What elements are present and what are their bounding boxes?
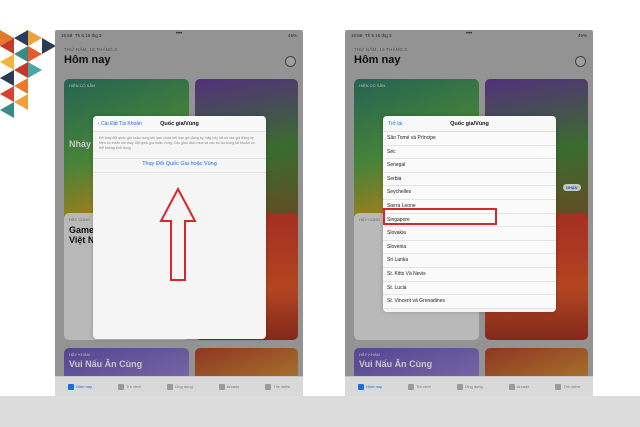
tab-arcade[interactable]: Arcade [218, 383, 240, 390]
search-icon [555, 383, 562, 390]
tab-label: Trò chơi [416, 384, 431, 389]
geometric-decoration [0, 30, 56, 118]
country-item[interactable]: St. Kitts Và Nevis [383, 267, 556, 282]
tab-bar: Hôm nay Trò chơi Ứng dụng Arcade Tìm kiế… [345, 376, 593, 396]
country-item[interactable]: Serbia [383, 172, 556, 187]
country-item[interactable]: Slovenia [383, 240, 556, 255]
tab-label: Ứng dụng [464, 384, 483, 389]
tab-label: Hôm nay [76, 384, 93, 389]
apps-icon [456, 383, 463, 390]
tab-label: Tìm kiếm [273, 384, 290, 389]
arcade-icon [508, 383, 515, 390]
sheet-description: Để thay đổi quốc gia hoặc vùng khi bạn c… [99, 136, 255, 150]
sheet-header: Trở lại Quốc gia/Vùng [383, 116, 556, 132]
country-item[interactable]: Seychelles [383, 186, 556, 200]
tab-label: Arcade [226, 384, 240, 389]
games-icon [118, 383, 125, 390]
tab-apps[interactable]: Ứng dụng [166, 383, 193, 390]
tab-label: Ứng dụng [174, 384, 193, 389]
ipad-screen-left: 16:58 Th 5 16 thg 3 ••• 45% THỨ NĂM, 16 … [55, 30, 303, 396]
tab-today[interactable]: Hôm nay [358, 383, 383, 390]
country-item[interactable]: St. Lucia [383, 281, 556, 296]
tab-games[interactable]: Trò chơi [118, 383, 141, 390]
sheet-title: Quốc gia/Vùng [160, 121, 199, 127]
country-item[interactable]: St. Vincent và Grenadines [383, 295, 556, 309]
up-arrow-icon [159, 187, 197, 281]
tab-label: Hôm nay [366, 384, 383, 389]
country-item[interactable]: Sri Lanka [383, 254, 556, 268]
tab-label: Arcade [516, 384, 530, 389]
arcade-icon [218, 383, 225, 390]
sheet-title: Quốc gia/Vùng [450, 121, 489, 127]
tab-bar: Hôm nay Trò chơi Ứng dụng Arcade Tìm kiế… [55, 376, 303, 396]
bottom-band [0, 396, 640, 427]
tab-arcade[interactable]: Arcade [508, 383, 530, 390]
divider [93, 172, 266, 173]
sheet-header: ‹ Cài Đặt Tài Khoản Quốc gia/Vùng [93, 116, 266, 132]
today-icon [68, 383, 75, 390]
tab-label: Tìm kiếm [563, 384, 580, 389]
tab-search[interactable]: Tìm kiếm [555, 383, 580, 390]
tab-label: Trò chơi [126, 384, 141, 389]
today-icon [358, 383, 365, 390]
search-icon [265, 383, 272, 390]
tab-search[interactable]: Tìm kiếm [265, 383, 290, 390]
tab-games[interactable]: Trò chơi [408, 383, 431, 390]
country-item[interactable]: Senegal [383, 159, 556, 173]
divider [93, 158, 266, 159]
tab-today[interactable]: Hôm nay [68, 383, 93, 390]
country-item[interactable]: Séc [383, 145, 556, 160]
country-item[interactable]: São Tomé và Príncipe [383, 132, 556, 146]
apps-icon [166, 383, 173, 390]
selection-highlight [383, 208, 497, 225]
country-item[interactable]: Slovakia [383, 227, 556, 241]
games-icon [408, 383, 415, 390]
tab-apps[interactable]: Ứng dụng [456, 383, 483, 390]
ipad-screen-right: 16:58 Th 5 16 thg 3 ••• 45% THỨ NĂM, 16 … [345, 30, 593, 396]
change-country-link[interactable]: Thay Đổi Quốc Gia hoặc Vùng [93, 161, 266, 167]
